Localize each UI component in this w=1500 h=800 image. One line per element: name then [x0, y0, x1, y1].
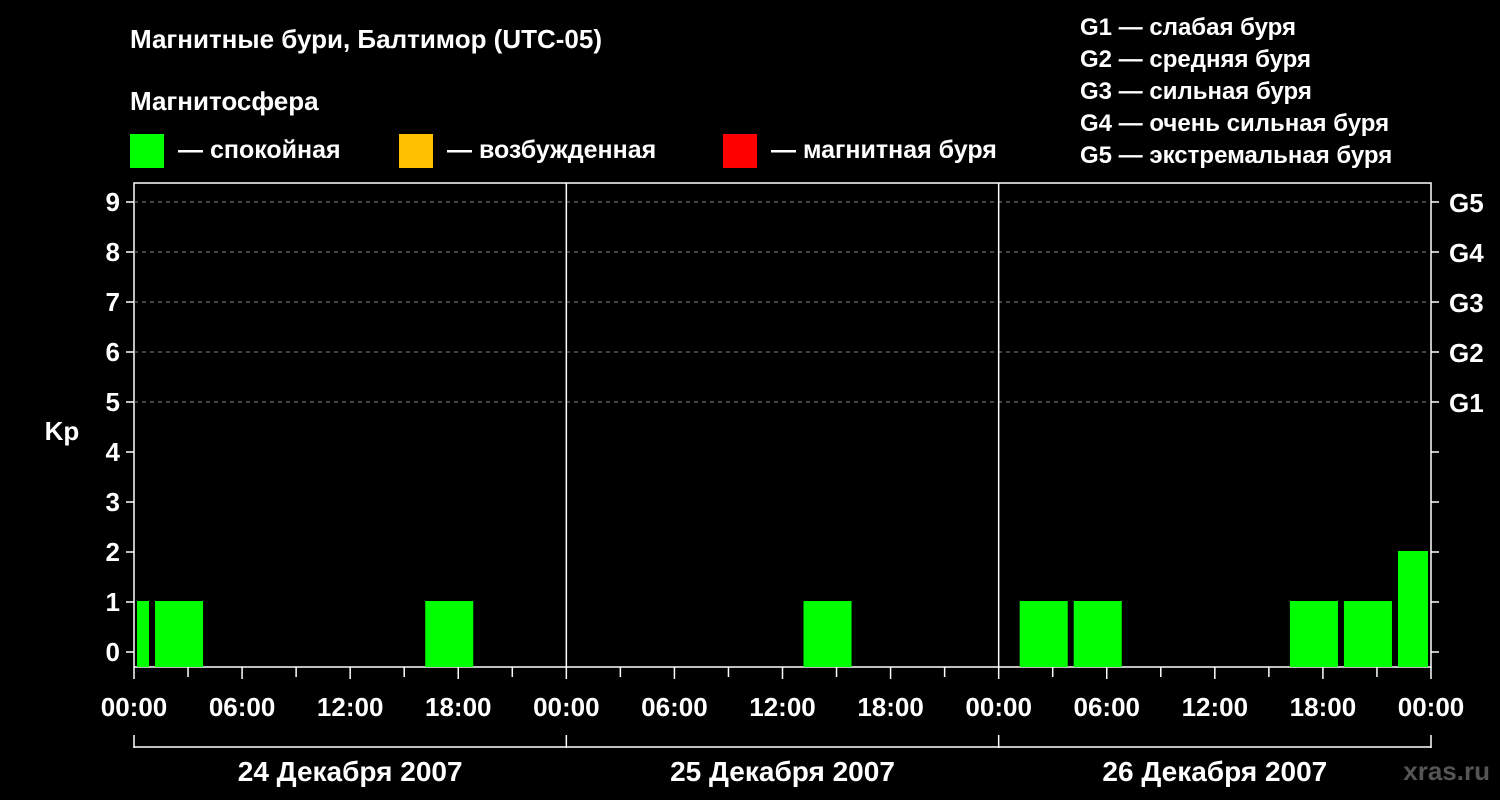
y-tick-label: 6	[106, 337, 120, 367]
bar-7	[1343, 601, 1392, 667]
y-tick-label: 1	[106, 587, 120, 617]
y-tick-label: 0	[106, 637, 120, 667]
x-tick-label: 18:00	[1290, 692, 1357, 722]
x-tick-label: 00:00	[1398, 692, 1465, 722]
bar-8	[1397, 551, 1428, 667]
y-tick-label: 8	[106, 237, 120, 267]
g-label-G1: G1	[1449, 388, 1484, 418]
y-axis-label: Kp	[45, 416, 80, 446]
watermark: xras.ru	[1403, 756, 1490, 786]
x-tick-label: 06:00	[209, 692, 276, 722]
bar-4	[1019, 601, 1068, 667]
bar-1	[155, 601, 204, 667]
x-tick-label: 12:00	[1182, 692, 1249, 722]
x-tick-label: 18:00	[857, 692, 924, 722]
x-tick-label: 00:00	[101, 692, 168, 722]
plot-frame	[133, 182, 1432, 668]
bar-2	[425, 601, 474, 667]
x-tick-label: 00:00	[965, 692, 1032, 722]
g-label-G5: G5	[1449, 188, 1484, 218]
g-label-G2: G2	[1449, 338, 1484, 368]
y-tick-label: 9	[106, 187, 120, 217]
y-tick-label: 2	[106, 537, 120, 567]
x-tick-label: 06:00	[1074, 692, 1141, 722]
bar-6	[1289, 601, 1338, 667]
y-tick-label: 3	[106, 487, 120, 517]
y-tick-label: 5	[106, 387, 120, 417]
x-tick-label: 18:00	[425, 692, 492, 722]
y-tick-label: 4	[106, 437, 121, 467]
g-label-G3: G3	[1449, 288, 1484, 318]
y-tick-label: 7	[106, 287, 120, 317]
g-label-G4: G4	[1449, 238, 1484, 268]
x-tick-label: 06:00	[641, 692, 708, 722]
day-label: 26 Декабря 2007	[1102, 756, 1327, 787]
day-label: 24 Декабря 2007	[238, 756, 463, 787]
bar-0	[137, 601, 150, 667]
x-tick-label: 00:00	[533, 692, 600, 722]
day-label: 25 Декабря 2007	[670, 756, 895, 787]
kp-chart: 0 1 2 3 4 5 6 7 8 9 G1 G2 G3 G4 G5 Kp 00:00 06:00 12:00 18:…	[45, 182, 1484, 787]
x-tick-label: 12:00	[749, 692, 816, 722]
bar-5	[1073, 601, 1122, 667]
x-tick-label: 12:00	[317, 692, 384, 722]
bar-3	[803, 601, 852, 667]
